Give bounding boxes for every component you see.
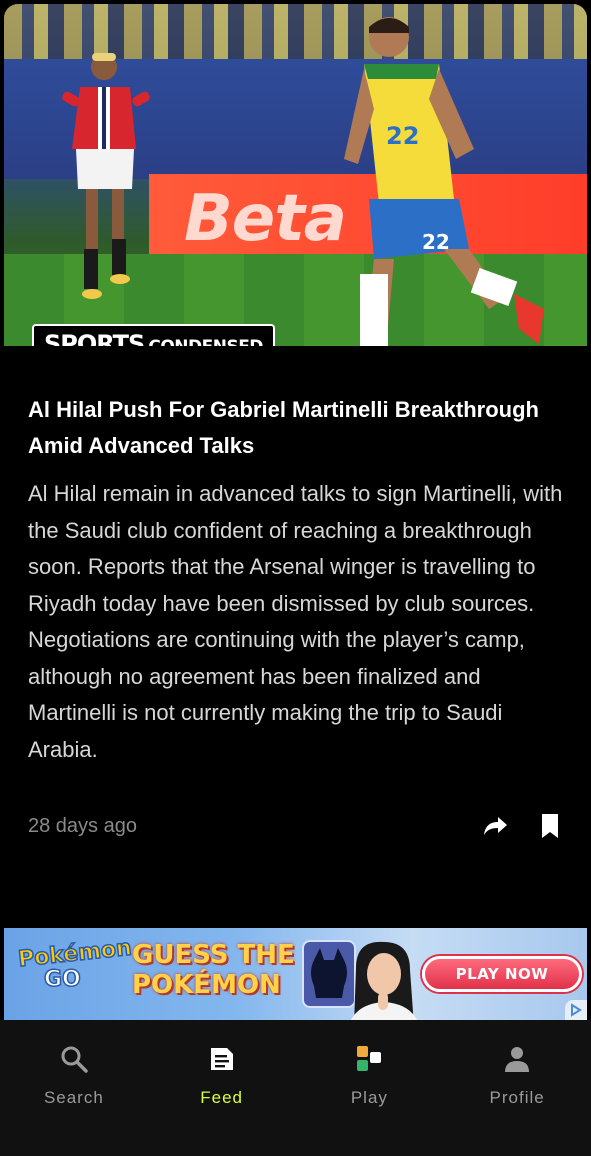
ad-headline-line1: GUESS THE [132,940,295,970]
sports-condensed-logo: SPORTS CONDENSED [32,324,275,346]
feed-icon [207,1044,237,1074]
article-actions [483,813,563,839]
ad-headline: GUESS THE POKÉMON [132,940,295,1000]
ad-logo-line2: GO [43,966,81,993]
pokemon-go-logo: Pokémon GO [16,935,133,1006]
player-red-kit [62,53,150,299]
article-content: Al Hilal Push For Gabriel Martinelli Bre… [28,392,568,768]
article-title[interactable]: Al Hilal Push For Gabriel Martinelli Bre… [28,392,568,464]
search-icon [59,1044,89,1074]
brand-secondary-text: CONDENSED [148,337,263,346]
play-now-button[interactable]: PLAY NOW [422,956,582,992]
tab-search-label: Search [43,1088,104,1107]
article-body: Al Hilal remain in advanced talks to sig… [28,481,563,762]
ad-headline-line2: POKÉMON [132,970,281,1000]
tab-search[interactable]: Search [0,1020,148,1156]
article-timestamp: 28 days ago [28,814,137,837]
brand-primary-text: SPORTS [44,330,145,346]
ad-person-image [351,941,417,1020]
ad-choices-icon[interactable] [565,1000,587,1020]
svg-text:22: 22 [386,122,419,150]
tab-play[interactable]: Play [296,1020,444,1156]
share-button[interactable] [483,813,509,839]
tab-play-label: Play [350,1088,388,1107]
bookmark-icon [542,814,558,838]
tab-feed[interactable]: Feed [148,1020,296,1156]
tab-profile[interactable]: Profile [443,1020,591,1156]
bookmark-button[interactable] [537,813,563,839]
article-hero-image[interactable]: Beta 22 22 SPORTS CONDENSED [4,4,587,346]
bottom-tab-bar: Search Feed Play Profile [0,1020,591,1156]
advertising-board-text: Beta [184,182,347,256]
play-icon [354,1044,384,1074]
share-icon [484,817,507,835]
tab-feed-label: Feed [200,1088,243,1107]
player-yellow-kit: 22 22 [344,17,544,346]
ad-banner[interactable]: Pokémon GO GUESS THE POKÉMON PLAY NOW [4,928,587,1020]
tab-profile-label: Profile [489,1088,545,1107]
profile-icon [502,1044,532,1074]
article-meta: 28 days ago [28,810,563,842]
